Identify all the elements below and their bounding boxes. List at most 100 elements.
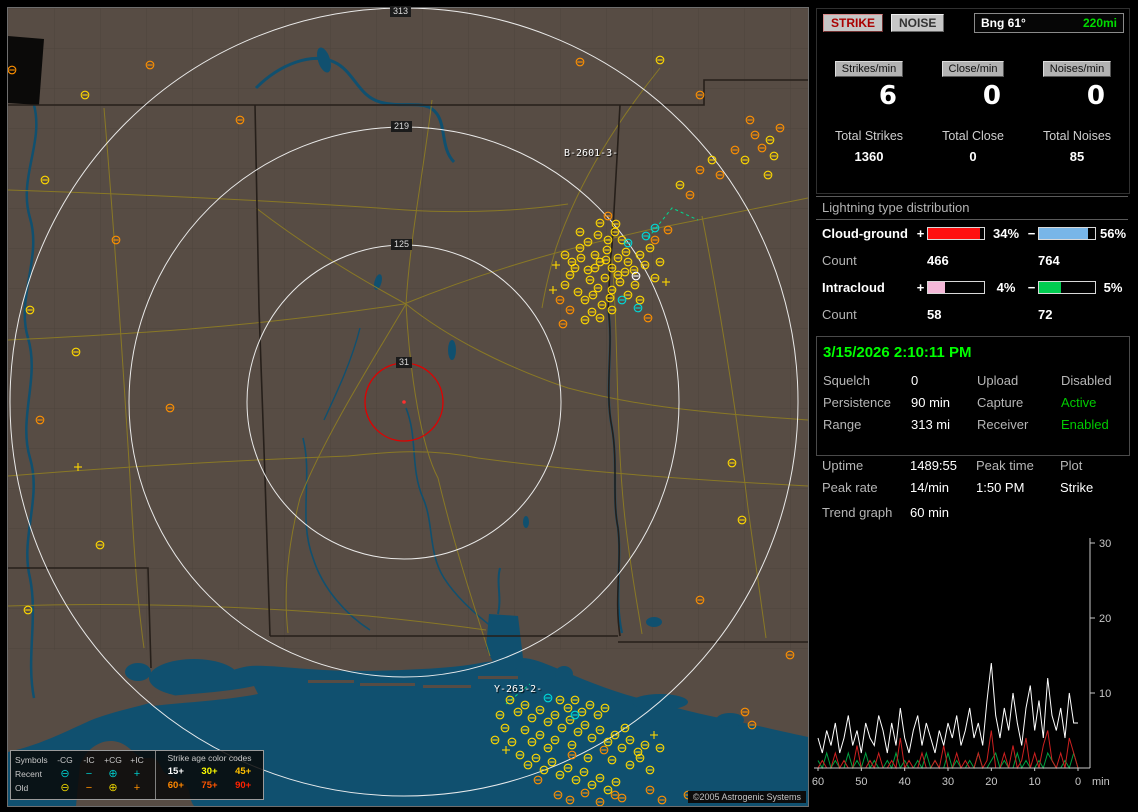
squelch-label: Squelch — [823, 373, 870, 388]
legend-age-codes: Strike age color codes 15+ 30+ 45+ 60+ 75+ 90… — [155, 751, 263, 799]
svg-text:10: 10 — [1029, 776, 1041, 788]
mode-buttons: STRIKE NOISE — [823, 14, 945, 32]
plot-label: Plot — [1060, 458, 1083, 473]
noise-toggle-button[interactable]: NOISE — [891, 14, 945, 32]
side-panel: STRIKE NOISE Bng 61° 220mi Strikes/min C… — [812, 0, 1138, 812]
cloud-ground-row: Cloud-ground + 34% − 56% — [816, 220, 1128, 246]
receiver-value: Enabled — [1061, 417, 1109, 432]
legend-symbol: − — [85, 781, 93, 794]
plus-sign: + — [916, 225, 925, 241]
svg-text:40: 40 — [899, 776, 911, 788]
lightning-map[interactable]: 313 219 125 31 B-2601-3- Y-263-2- Symbol… — [8, 6, 808, 806]
barrier-island — [308, 680, 354, 683]
age-code: 30+ — [201, 766, 218, 777]
rate-chips-row: Strikes/min Close/min Noises/min — [817, 61, 1129, 77]
noises-per-min-chip: Noises/min — [1042, 61, 1112, 77]
legend-symbol: + — [133, 781, 141, 794]
cg-minus-percent: 56% — [1099, 225, 1127, 241]
dauphin-island — [478, 676, 518, 679]
bearing-range-value: 220mi — [1082, 16, 1117, 30]
rates-section: STRIKE NOISE Bng 61° 220mi Strikes/min C… — [816, 8, 1130, 194]
svg-text:60: 60 — [812, 776, 824, 788]
strike-toggle-button[interactable]: STRIKE — [823, 14, 884, 32]
app-window: 313 219 125 31 B-2601-3- Y-263-2- Symbol… — [0, 0, 1138, 812]
legend-symbol: ⊕ — [108, 767, 118, 780]
total-strikes-value: 1360 — [854, 149, 884, 164]
total-close-value: 0 — [969, 149, 977, 164]
storm-cell-label: Y-263-2- — [494, 684, 543, 695]
age-code: 75+ — [201, 780, 218, 791]
ic-plus-gauge — [927, 280, 985, 294]
plot-value: Strike — [1060, 480, 1094, 495]
legend-symbol: + — [133, 767, 141, 780]
intracloud-count-row: Count 58 72 — [816, 300, 1128, 328]
squelch-value: 0 — [911, 373, 919, 388]
stats-section: Uptime 1489:55 Peak time Plot Peak rate … — [816, 458, 1128, 534]
age-codes-title: Strike age color codes — [167, 753, 252, 763]
ic-plus-count: 58 — [927, 306, 942, 322]
close-per-min-value: 0 — [982, 81, 1001, 111]
total-noises-value: 85 — [1069, 149, 1085, 164]
trend-graph: 10 20 30 60 50 40 30 20 10 0 min — [812, 538, 1111, 788]
stats-grid: Uptime 1489:55 Peak time Plot Peak rate … — [816, 458, 1128, 495]
totals-labels-row: Total Strikes Total Close Total Noises — [817, 129, 1129, 143]
ic-plus-percent: 4% — [996, 279, 1016, 295]
total-close-label: Total Close — [942, 129, 1004, 143]
distribution-title: Lightning type distribution — [816, 196, 1128, 220]
legend-symbols: Symbols -CG -IC +CG +IC Recent ⊖ − ⊕ + Old ⊖ − ⊕ + — [11, 751, 155, 799]
range-label: Range — [823, 417, 862, 432]
age-code: 60+ — [167, 780, 184, 791]
svg-text:30: 30 — [942, 776, 954, 788]
map-legend: Symbols -CG -IC +CG +IC Recent ⊖ − ⊕ + Old ⊖ − ⊕ + St… — [10, 750, 264, 800]
legend-row: Old ⊖ − ⊕ + — [15, 781, 155, 795]
age-codes-grid: 15+ 30+ 45+ 60+ 75+ 90+ — [159, 766, 260, 791]
rate-values-row: 6 0 0 — [817, 81, 1129, 111]
cg-minus-gauge — [1038, 226, 1096, 240]
uptime-value: 1489:55 — [910, 458, 957, 473]
legend-header: Symbols -CG -IC +CG +IC — [15, 755, 144, 765]
svg-text:20: 20 — [1099, 613, 1111, 625]
minus-sign: − — [1027, 279, 1036, 295]
sensor-location — [402, 400, 406, 404]
cg-minus-count: 764 — [1038, 252, 1060, 268]
upload-value: Disabled — [1061, 373, 1112, 388]
trend-series-close — [817, 730, 1079, 770]
legend-row: Recent ⊖ − ⊕ + — [15, 767, 155, 781]
trend-series-strikes — [817, 662, 1078, 754]
capture-label: Capture — [977, 395, 1024, 410]
peak-time-value: 1:50 PM — [976, 480, 1025, 495]
svg-text:50: 50 — [855, 776, 867, 788]
legend-symbol: − — [85, 767, 93, 780]
range-value: 313 mi — [911, 417, 951, 432]
ring-label-31: 31 — [396, 357, 413, 368]
bearing-display: Bng 61° 220mi — [974, 13, 1124, 33]
legend-symbol: ⊖ — [60, 767, 70, 780]
trend-graph-row: Trend graph 60 min — [816, 505, 1128, 520]
pensacola-bay — [555, 666, 573, 682]
trend-axes: 10 20 30 60 50 40 30 20 10 0 min — [812, 538, 1111, 788]
peak-rate-value: 14/min — [910, 480, 950, 495]
cg-plus-gauge — [927, 226, 985, 240]
storm-cell-label: B-2601-3- — [564, 148, 619, 159]
count-label: Count — [822, 306, 857, 322]
uptime-label: Uptime — [822, 458, 864, 473]
peak-rate-label: Peak rate — [822, 480, 878, 495]
cg-plus-count: 466 — [927, 252, 949, 268]
close-per-min-chip: Close/min — [941, 61, 1005, 77]
intracloud-row: Intracloud + 4% − 5% — [816, 274, 1128, 300]
distribution-section: Lightning type distribution Cloud-ground… — [816, 196, 1128, 332]
svg-text:30: 30 — [1099, 538, 1111, 550]
age-code: 15+ — [167, 766, 184, 777]
trend-graph-label: Trend graph — [822, 505, 893, 520]
status-grid: Squelch 0 Upload Disabled Persistence 90… — [817, 373, 1129, 432]
capture-value: Active — [1061, 395, 1097, 410]
legend-rows: Recent ⊖ − ⊕ + Old ⊖ − ⊕ + — [15, 767, 155, 795]
strikes-per-min-chip: Strikes/min — [834, 61, 904, 77]
persistence-value: 90 min — [911, 395, 951, 410]
upload-label: Upload — [977, 373, 1019, 388]
st-andrew-bay — [716, 713, 744, 727]
trend-series — [817, 662, 1079, 770]
lake-maurepas — [125, 663, 151, 681]
ring-label-125: 125 — [391, 239, 413, 250]
persistence-label: Persistence — [823, 395, 891, 410]
